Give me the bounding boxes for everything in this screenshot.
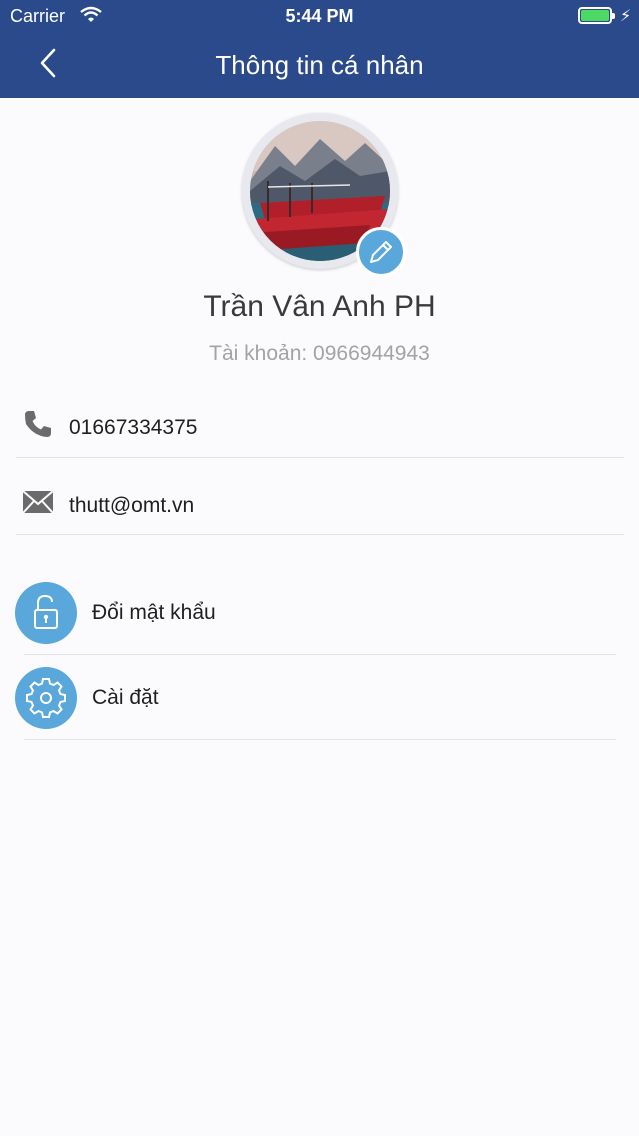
- status-bar: Carrier 5:44 PM ⚡: [0, 0, 639, 34]
- phone-icon: [25, 411, 51, 437]
- settings-label: Cài đặt: [92, 686, 159, 709]
- profile-name: Trần Vân Anh PH: [203, 290, 436, 323]
- page-title: Thông tin cá nhân: [215, 50, 424, 80]
- edit-avatar-button[interactable]: [356, 227, 406, 277]
- nav-header: Carrier 5:44 PM ⚡ Thông tin cá nhân: [0, 0, 639, 98]
- divider: [16, 457, 624, 458]
- clock: 5:44 PM: [285, 6, 354, 26]
- lock-icon-circle: [15, 582, 77, 644]
- account-number: Tài khoản: 0966944943: [209, 342, 430, 365]
- charging-bolt-icon: ⚡: [620, 8, 632, 25]
- divider: [24, 739, 616, 740]
- gear-icon-circle: [15, 667, 77, 729]
- change-password-item[interactable]: Đổi mật khẩu: [0, 582, 639, 644]
- battery-icon: [578, 7, 615, 24]
- divider: [24, 654, 616, 655]
- phone-row: 01667334375: [0, 400, 639, 458]
- settings-item[interactable]: Cài đặt: [0, 667, 639, 729]
- change-password-label: Đổi mật khẩu: [92, 601, 216, 624]
- lock-icon: [34, 594, 58, 629]
- email-address: thutt@omt.vn: [69, 494, 195, 517]
- gear-icon: [26, 678, 66, 718]
- pencil-icon: [370, 241, 392, 263]
- email-row: thutt@omt.vn: [0, 478, 639, 534]
- phone-number: 01667334375: [69, 416, 198, 439]
- mail-icon: [22, 490, 54, 514]
- divider: [16, 534, 624, 535]
